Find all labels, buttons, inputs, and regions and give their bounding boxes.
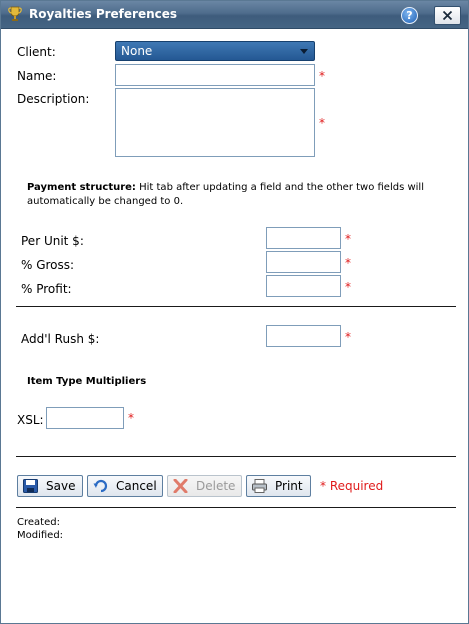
per-unit-label: Per Unit $: bbox=[21, 234, 84, 248]
name-input[interactable] bbox=[115, 64, 315, 86]
xsl-required-mark: * bbox=[128, 411, 134, 425]
per-unit-required-mark: * bbox=[345, 232, 351, 246]
gross-required-mark: * bbox=[345, 256, 351, 270]
gross-label: % Gross: bbox=[21, 258, 75, 272]
client-select[interactable]: None bbox=[115, 41, 315, 61]
save-label: Save bbox=[46, 479, 76, 493]
per-unit-input[interactable] bbox=[266, 227, 341, 249]
preferences-dialog: Royalties Preferences ? Client: None Nam… bbox=[0, 0, 469, 624]
rush-required-mark: * bbox=[345, 330, 351, 344]
payment-note-bold: Payment structure: bbox=[27, 182, 136, 193]
xsl-input[interactable] bbox=[46, 407, 124, 429]
profit-input[interactable] bbox=[266, 275, 341, 297]
description-textarea[interactable] bbox=[115, 88, 315, 157]
undo-icon bbox=[93, 479, 108, 493]
payment-structure-note: Payment structure: Hit tab after updatin… bbox=[27, 181, 447, 209]
printer-icon bbox=[252, 479, 267, 493]
cancel-button[interactable]: Cancel bbox=[87, 475, 163, 497]
profit-label: % Profit: bbox=[21, 282, 72, 296]
client-label: Client: bbox=[17, 45, 56, 59]
trophy-icon bbox=[8, 6, 22, 21]
dialog-title: Royalties Preferences bbox=[29, 7, 178, 21]
xsl-label: XSL: bbox=[17, 413, 44, 427]
print-label: Print bbox=[275, 479, 303, 493]
floppy-disk-icon bbox=[23, 479, 38, 493]
modified-label: Modified: bbox=[17, 530, 64, 541]
title-bar[interactable]: Royalties Preferences ? bbox=[1, 1, 468, 29]
close-button[interactable] bbox=[434, 6, 461, 25]
client-select-value: None bbox=[121, 44, 153, 58]
delete-x-icon bbox=[173, 479, 188, 493]
gross-input[interactable] bbox=[266, 251, 341, 273]
name-required-mark: * bbox=[319, 69, 325, 83]
rush-label: Add'l Rush $: bbox=[21, 332, 100, 346]
delete-button[interactable]: Delete bbox=[167, 475, 242, 497]
description-required-mark: * bbox=[319, 116, 325, 130]
close-icon bbox=[442, 10, 453, 21]
divider bbox=[16, 306, 456, 307]
created-label: Created: bbox=[17, 517, 60, 528]
cancel-label: Cancel bbox=[116, 479, 157, 493]
description-label: Description: bbox=[17, 92, 90, 106]
profit-required-mark: * bbox=[345, 280, 351, 294]
print-button[interactable]: Print bbox=[246, 475, 311, 497]
divider bbox=[16, 507, 456, 508]
help-icon[interactable]: ? bbox=[401, 7, 418, 24]
required-note: * Required bbox=[320, 479, 384, 493]
chevron-down-icon bbox=[300, 49, 308, 54]
divider bbox=[16, 456, 456, 457]
delete-label: Delete bbox=[196, 479, 236, 493]
save-button[interactable]: Save bbox=[17, 475, 83, 497]
name-label: Name: bbox=[17, 69, 57, 83]
rush-input[interactable] bbox=[266, 325, 341, 347]
multipliers-title: Item Type Multipliers bbox=[27, 376, 147, 387]
